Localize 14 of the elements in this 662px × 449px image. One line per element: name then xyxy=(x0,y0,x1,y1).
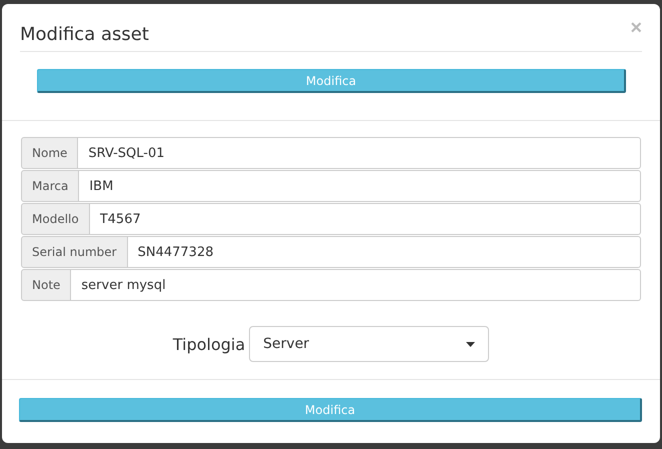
input-field[interactable]: SN4477328 xyxy=(128,236,641,268)
input-field[interactable]: SRV-SQL-01 xyxy=(78,137,641,169)
field-label: Modello xyxy=(21,203,90,235)
field-label: Note xyxy=(21,269,72,301)
window-title: Modifica asset xyxy=(20,24,149,45)
field-label: Serial number xyxy=(21,236,128,268)
field-label: Nome xyxy=(21,137,78,169)
input-field[interactable]: T4567 xyxy=(90,203,641,235)
input-field[interactable]: IBM xyxy=(79,170,641,202)
input-field[interactable]: server mysql xyxy=(71,269,641,301)
type-dropdown[interactable]: Server xyxy=(249,326,490,362)
type-label: Tipologia xyxy=(172,334,246,354)
caret-icon xyxy=(466,342,476,346)
field-label: Marca xyxy=(21,170,80,202)
